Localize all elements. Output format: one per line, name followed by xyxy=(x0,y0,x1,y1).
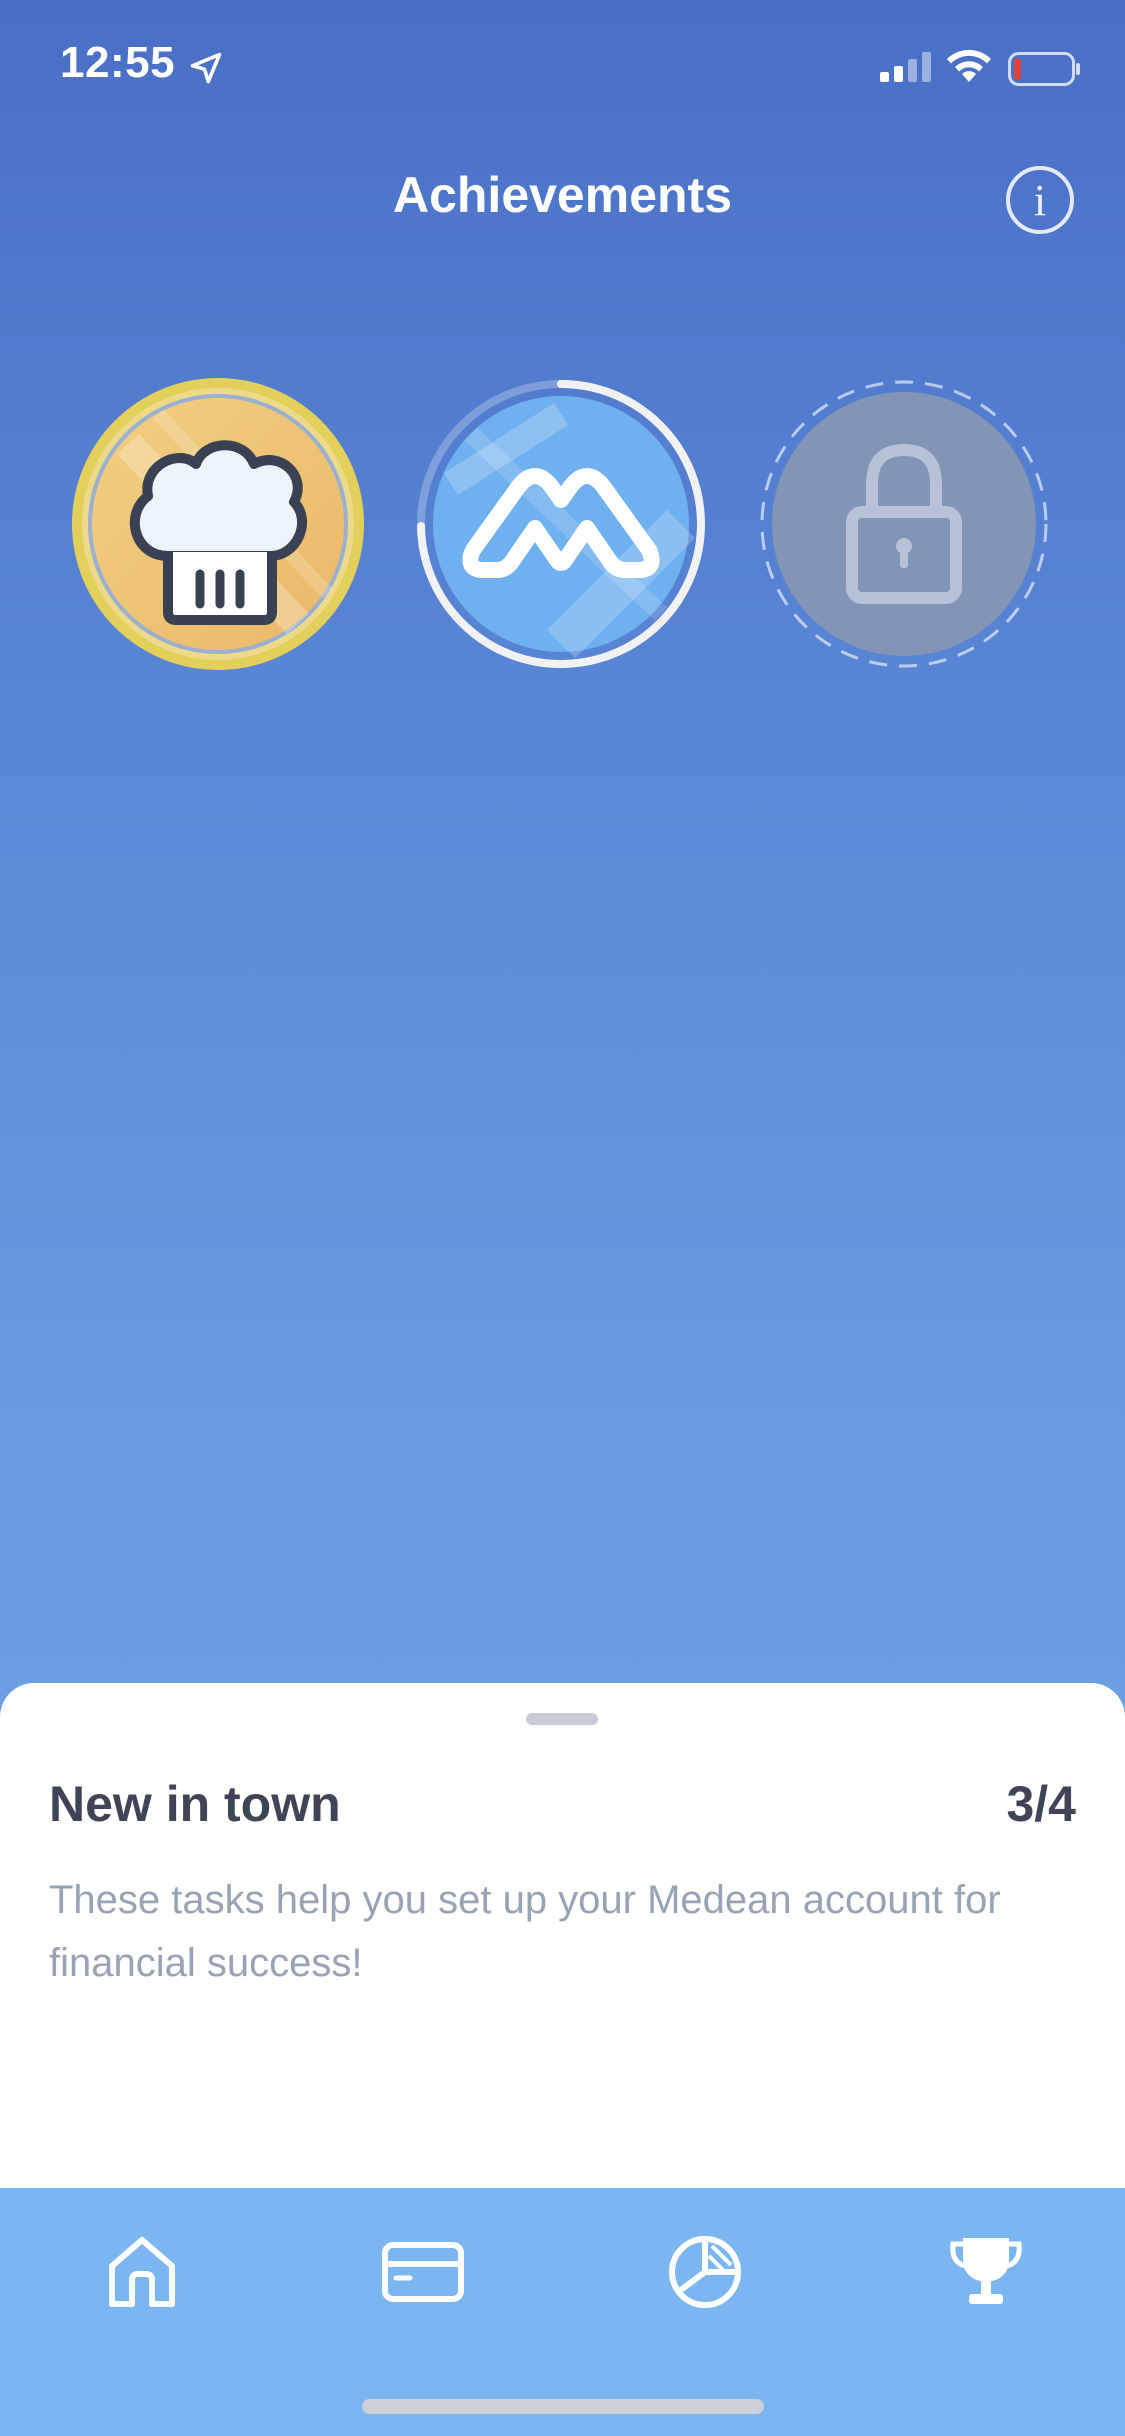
battery-icon xyxy=(1008,52,1080,86)
tab-budget[interactable] xyxy=(655,2222,755,2322)
home-icon xyxy=(109,2237,175,2307)
tab-home[interactable] xyxy=(92,2222,192,2322)
info-icon: i xyxy=(1033,175,1047,225)
cellular-signal-icon xyxy=(880,52,931,82)
achievement-sheet[interactable]: New in town 3/4 These tasks help you set… xyxy=(0,1683,1125,2188)
pie-chart-icon xyxy=(669,2236,741,2308)
status-bar: 12:55 xyxy=(0,0,1125,140)
tab-cards[interactable] xyxy=(373,2222,473,2322)
achievement-title: New in town xyxy=(49,1776,341,1832)
wifi-icon xyxy=(947,49,991,82)
location-arrow-icon xyxy=(190,52,222,84)
sheet-handle[interactable] xyxy=(526,1713,598,1725)
trophy-icon xyxy=(950,2238,1022,2304)
achievement-progress: 3/4 xyxy=(1006,1776,1076,1832)
tab-achievements[interactable] xyxy=(936,2222,1036,2322)
info-button[interactable]: i xyxy=(1006,166,1074,234)
medean-logo-icon xyxy=(417,380,705,668)
card-icon xyxy=(382,2242,464,2302)
badge-chef-hat[interactable] xyxy=(68,374,368,674)
lock-badge-icon xyxy=(760,380,1048,668)
status-time: 12:55 xyxy=(60,38,176,87)
home-indicator xyxy=(362,2399,764,2414)
page-title: Achievements xyxy=(392,167,733,223)
chef-hat-icon xyxy=(72,378,364,670)
badge-locked[interactable] xyxy=(754,374,1054,674)
achievement-description: These tasks help you set up your Medean … xyxy=(49,1878,1001,1985)
badge-medean-logo[interactable] xyxy=(411,374,711,674)
